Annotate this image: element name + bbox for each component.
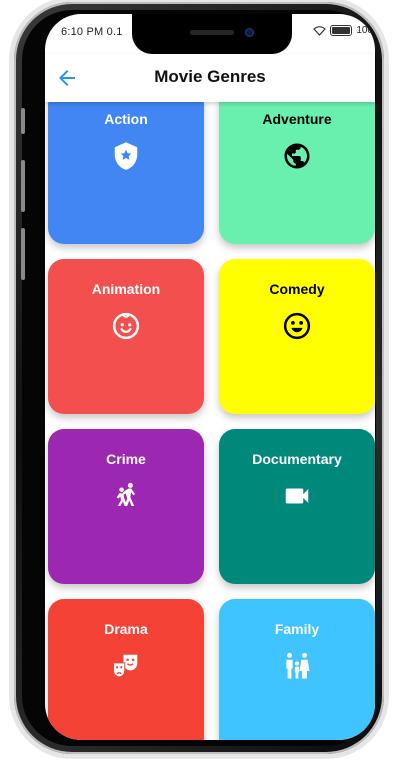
phone-screen: 6:10 PM 0.1 100 Movie Genres Action Adve…: [45, 14, 375, 740]
family-icon: [282, 651, 312, 681]
mute-switch: [21, 228, 25, 280]
globe-icon: [282, 141, 312, 171]
genre-label: Crime: [106, 451, 146, 467]
genre-label: Family: [274, 621, 320, 637]
smiley-icon: [282, 311, 312, 341]
genre-label: Adventure: [262, 111, 332, 127]
genre-card-drama[interactable]: Drama: [48, 599, 204, 740]
speaker-grille: [190, 30, 234, 35]
battery-icon: [330, 25, 353, 36]
child-face-icon: [111, 311, 141, 341]
video-camera-icon: [282, 481, 312, 511]
genre-label: Action: [104, 111, 148, 127]
genre-label: Comedy: [269, 281, 325, 297]
genre-label: Documentary: [252, 451, 342, 467]
fight-icon: [111, 481, 141, 511]
battery-percent: 100: [356, 25, 373, 36]
genre-grid: Action Adventure Animation Comedy Crime …: [45, 102, 375, 740]
status-time: 6:10 PM 0.1: [61, 26, 123, 38]
wifi-icon: [313, 26, 327, 36]
status-right: 100: [313, 25, 373, 36]
genre-label: Drama: [104, 621, 148, 637]
theater-masks-icon: [111, 651, 141, 681]
genre-card-comedy[interactable]: Comedy: [219, 259, 375, 414]
volume-down-button: [21, 160, 25, 212]
genre-card-animation[interactable]: Animation: [48, 259, 204, 414]
front-camera: [245, 28, 254, 37]
genre-card-family[interactable]: Family: [219, 599, 375, 740]
genre-card-adventure[interactable]: Adventure: [219, 102, 375, 244]
genre-card-crime[interactable]: Crime: [48, 429, 204, 584]
volume-up-button: [21, 108, 25, 134]
police-badge-icon: [111, 141, 141, 171]
genre-card-action[interactable]: Action: [48, 102, 204, 244]
genre-label: Animation: [91, 281, 161, 297]
app-bar: Movie Genres: [45, 54, 375, 102]
page-title: Movie Genres: [154, 67, 266, 86]
genre-card-documentary[interactable]: Documentary: [219, 429, 375, 584]
notch: [132, 14, 292, 54]
